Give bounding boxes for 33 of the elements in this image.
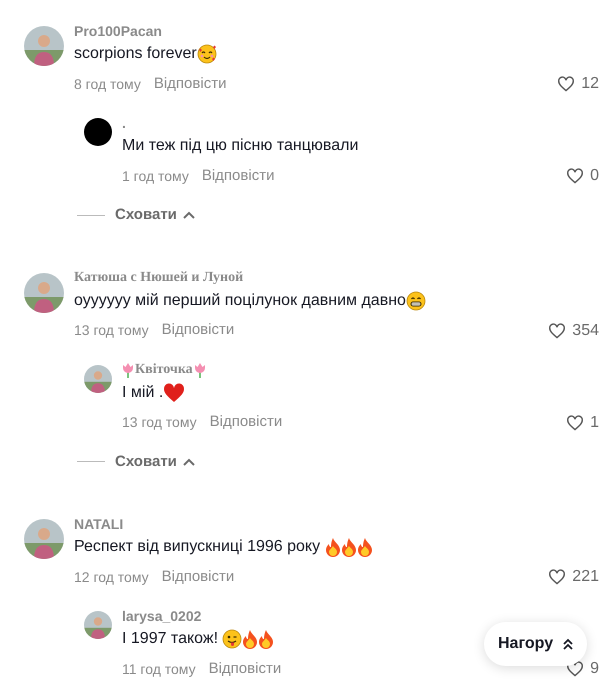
- username[interactable]: .: [122, 112, 126, 134]
- reply-link[interactable]: Відповісти: [210, 411, 282, 434]
- timestamp: 13 год тому: [74, 321, 149, 340]
- reply-link[interactable]: Відповісти: [162, 319, 234, 342]
- username[interactable]: larysa_0202: [122, 606, 202, 626]
- username[interactable]: NATALI: [74, 514, 124, 534]
- like-count: 9: [590, 659, 599, 679]
- back-to-top-button[interactable]: Нагору: [484, 622, 588, 666]
- like-count: 221: [572, 567, 599, 587]
- timestamp: 13 год тому: [122, 413, 197, 432]
- timestamp: 8 год тому: [74, 74, 141, 94]
- reply-link[interactable]: Відповісти: [202, 164, 274, 188]
- comment-text: scorpions forever: [74, 44, 197, 64]
- timestamp: 11 год тому: [122, 660, 196, 679]
- hide-replies-button[interactable]: Сховати: [115, 450, 195, 473]
- reply-link[interactable]: Відповісти: [154, 72, 226, 96]
- hide-replies-button[interactable]: Сховати: [115, 204, 195, 226]
- username[interactable]: Pro100Pacan: [74, 20, 162, 42]
- like-count: 12: [581, 74, 599, 94]
- comment-text: І 1997 також!: [122, 629, 220, 649]
- comment-text: Респект від випускниці 1996 року: [74, 537, 322, 557]
- reply-link[interactable]: Відповісти: [162, 566, 234, 588]
- comment-text: Ми теж під цю пісню танцювали: [122, 136, 358, 156]
- like-count: 354: [572, 320, 599, 340]
- username[interactable]: Квіточка: [135, 359, 193, 380]
- comment-text: І мій .: [122, 382, 164, 402]
- comment-text: оуууууу мій перший поцілунок давним давно: [74, 290, 406, 310]
- reply-link[interactable]: Відповісти: [208, 658, 282, 680]
- like-count: 0: [590, 166, 599, 186]
- username[interactable]: Катюша с Нюшей и Луной: [74, 267, 244, 288]
- like-count: 1: [590, 412, 599, 432]
- timestamp: 1 год тому: [122, 166, 189, 186]
- timestamp: 12 год тому: [74, 568, 149, 587]
